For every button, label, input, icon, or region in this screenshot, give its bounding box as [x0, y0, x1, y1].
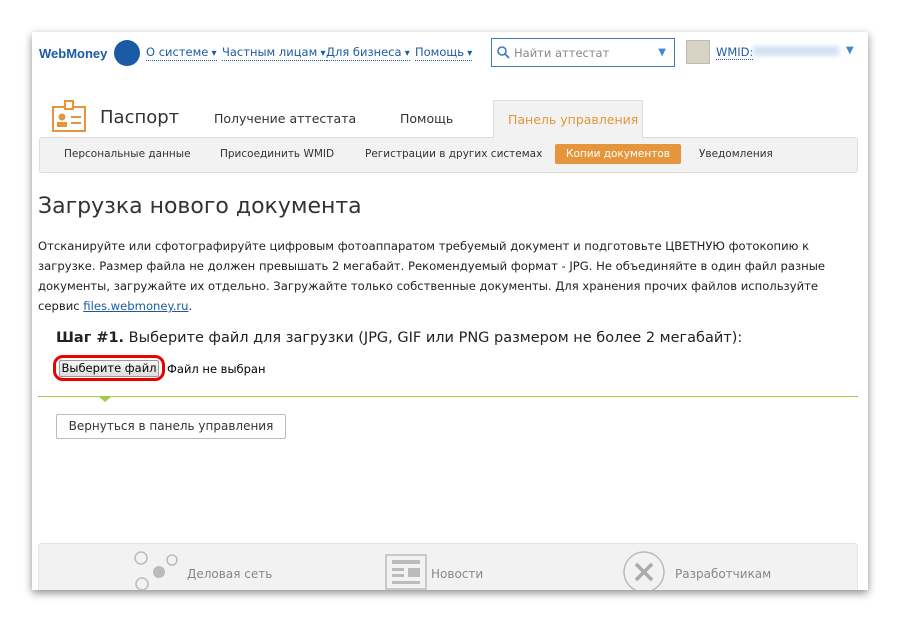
footer-business-network[interactable]: Деловая сеть	[187, 567, 272, 581]
file-status: Файл не выбран	[167, 362, 266, 376]
chevron-down-icon[interactable]: ▼	[658, 47, 666, 58]
back-to-panel-button[interactable]: Вернуться в панель управления	[56, 414, 286, 439]
search-icon	[497, 46, 510, 59]
choose-file-button[interactable]: Выберите файл	[59, 360, 159, 377]
webmoney-globe-icon	[114, 40, 140, 66]
webmoney-logo[interactable]: WebMoney	[39, 46, 107, 61]
nav-personal[interactable]: Частным лицам	[222, 46, 326, 61]
news-icon	[385, 554, 427, 590]
passport-icon	[52, 100, 86, 132]
instructions-end: .	[188, 299, 193, 313]
step-label: Шаг #1. Выберите файл для загрузки (JPG,…	[56, 330, 742, 346]
divider-pointer	[99, 397, 111, 402]
search-placeholder: Найти аттестат	[514, 46, 610, 60]
search-input[interactable]: Найти аттестат ▼	[491, 38, 675, 67]
subnav-notifications[interactable]: Уведомления	[699, 148, 773, 160]
subnav-document-copies[interactable]: Копии документов	[555, 144, 681, 164]
tab-get-attestat[interactable]: Получение аттестата	[214, 111, 356, 126]
step-text: Выберите файл для загрузки (JPG, GIF или…	[124, 330, 743, 346]
subnav-other-registrations[interactable]: Регистрации в других системах	[365, 148, 542, 160]
nav-business[interactable]: Для бизнеса	[326, 46, 410, 61]
files-webmoney-link[interactable]: files.webmoney.ru	[83, 299, 188, 313]
footer-news[interactable]: Новости	[431, 567, 483, 581]
instructions-text: Отсканируйте или сфотографируйте цифровы…	[38, 236, 860, 316]
divider	[38, 396, 858, 397]
subnav-attach-wmid[interactable]: Присоединить WMID	[220, 148, 334, 160]
avatar[interactable]	[686, 40, 710, 64]
tab-control-panel[interactable]: Панель управления	[493, 100, 643, 138]
nav-about[interactable]: О системе	[146, 46, 217, 61]
nav-help[interactable]: Помощь	[415, 46, 473, 61]
business-network-icon	[134, 551, 178, 590]
subnav-personal-data[interactable]: Персональные данные	[64, 148, 191, 160]
wmid-label[interactable]: WMID:	[716, 46, 754, 60]
page: WebMoney О системе Частным лицам Для биз…	[32, 32, 868, 590]
developer-tools-icon	[623, 551, 665, 590]
step-number: Шаг #1.	[56, 330, 125, 346]
user-menu-chevron-icon[interactable]: ▼	[846, 45, 854, 56]
footer-developers[interactable]: Разработчикам	[675, 567, 771, 581]
page-title: Паспорт	[100, 107, 180, 128]
tab-help[interactable]: Помощь	[400, 111, 453, 126]
section-heading: Загрузка нового документа	[38, 194, 362, 219]
wmid-value-blurred	[753, 46, 839, 56]
